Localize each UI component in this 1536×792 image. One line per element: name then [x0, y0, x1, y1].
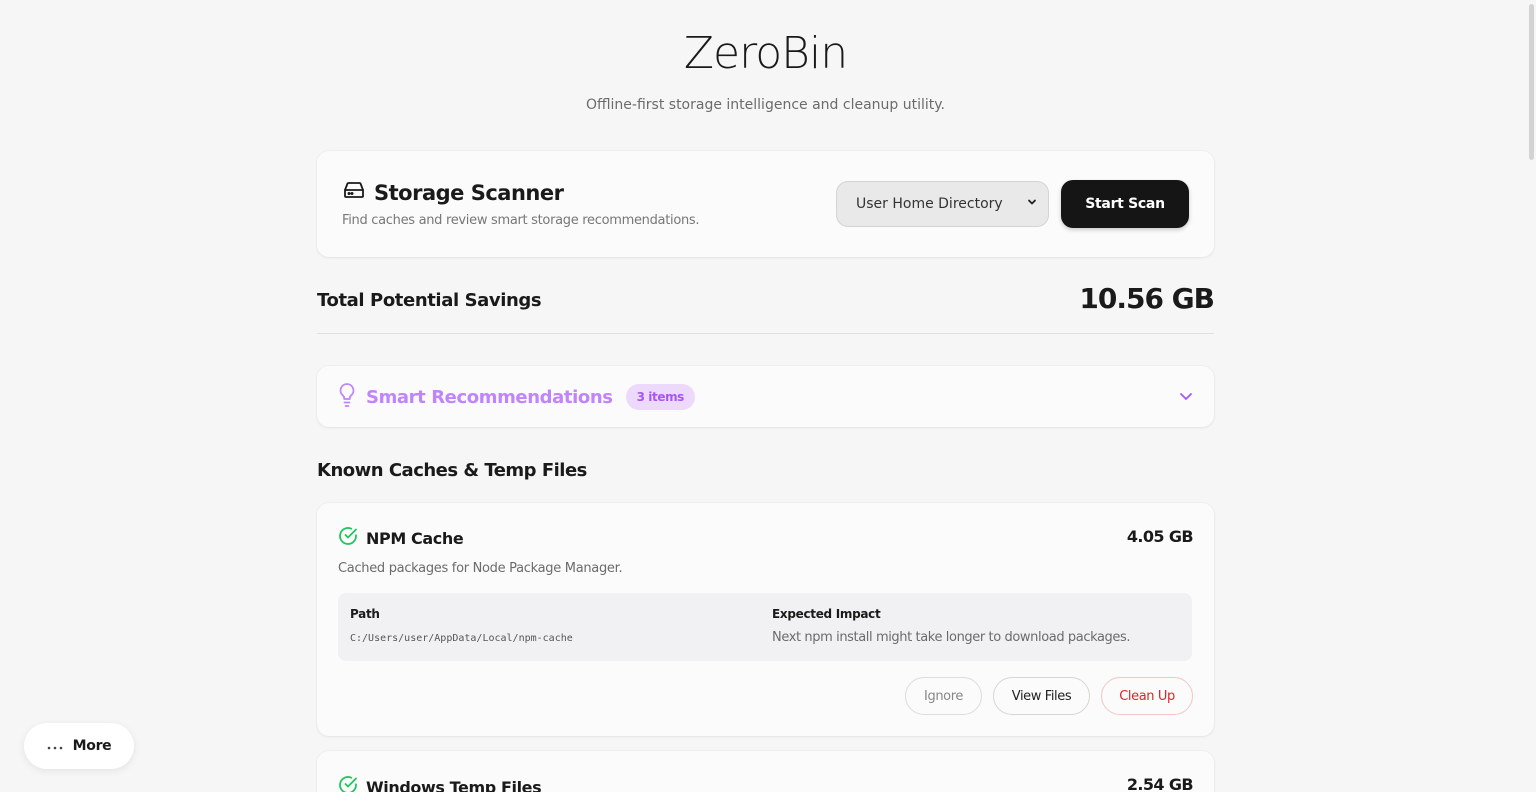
hard-drive-icon	[342, 178, 366, 207]
more-button[interactable]: More	[24, 723, 134, 769]
impact-label: Expected Impact	[772, 607, 881, 621]
caches-section-heading: Known Caches & Temp Files	[317, 460, 587, 481]
recommendations-count-badge: 3 items	[625, 384, 695, 410]
app-subtitle: Offline-first storage intelligence and c…	[585, 97, 945, 113]
check-circle-icon	[338, 526, 358, 550]
cache-info-box: Path C:/Users/user/AppData/Local/npm-cac…	[338, 593, 1192, 661]
app-title: ZeroBin	[683, 28, 848, 79]
cache-path: C:/Users/user/AppData/Local/npm-cache	[350, 633, 573, 644]
savings-label: Total Potential Savings	[317, 290, 542, 311]
smart-recommendations-panel[interactable]: Smart Recommendations 3 items	[317, 366, 1214, 427]
scanner-description: Find caches and review smart storage rec…	[342, 213, 700, 228]
clean-up-button[interactable]: Clean Up	[1101, 677, 1193, 715]
storage-scanner-card: Storage Scanner Find caches and review s…	[317, 151, 1214, 257]
cache-description: Cached packages for Node Package Manager…	[338, 561, 623, 576]
directory-select-value: User Home Directory	[856, 196, 1003, 212]
cache-name: Windows Temp Files	[366, 777, 542, 792]
cache-impact: Next npm install might take longer to do…	[772, 630, 1131, 645]
cache-header: NPM Cache	[338, 526, 464, 550]
recommendations-title: Smart Recommendations	[366, 386, 613, 408]
more-label: More	[72, 738, 112, 754]
view-files-button[interactable]: View Files	[993, 677, 1090, 715]
chevron-down-icon[interactable]	[1178, 388, 1194, 408]
scrollbar[interactable]	[1529, 4, 1534, 160]
cache-name: NPM Cache	[366, 528, 464, 548]
cache-card: NPM Cache 4.05 GB Cached packages for No…	[317, 503, 1214, 736]
chevron-down-icon	[1026, 196, 1038, 212]
directory-select[interactable]: User Home Directory	[836, 181, 1049, 227]
divider	[317, 333, 1214, 334]
cache-size: 4.05 GB	[1126, 527, 1194, 546]
cache-card: Windows Temp Files 2.54 GB	[317, 751, 1214, 792]
more-dots-icon	[47, 738, 63, 754]
check-circle-icon	[338, 775, 358, 792]
lightbulb-icon	[337, 382, 357, 412]
cache-size: 2.54 GB	[1126, 775, 1194, 792]
ignore-button[interactable]: Ignore	[905, 677, 982, 715]
savings-value: 10.56 GB	[1079, 282, 1215, 315]
scanner-heading: Storage Scanner	[342, 178, 564, 207]
recommendations-header: Smart Recommendations 3 items	[337, 382, 695, 412]
path-label: Path	[350, 607, 380, 621]
cache-header: Windows Temp Files	[338, 775, 542, 792]
start-scan-button[interactable]: Start Scan	[1061, 180, 1189, 228]
scanner-title: Storage Scanner	[374, 180, 564, 205]
